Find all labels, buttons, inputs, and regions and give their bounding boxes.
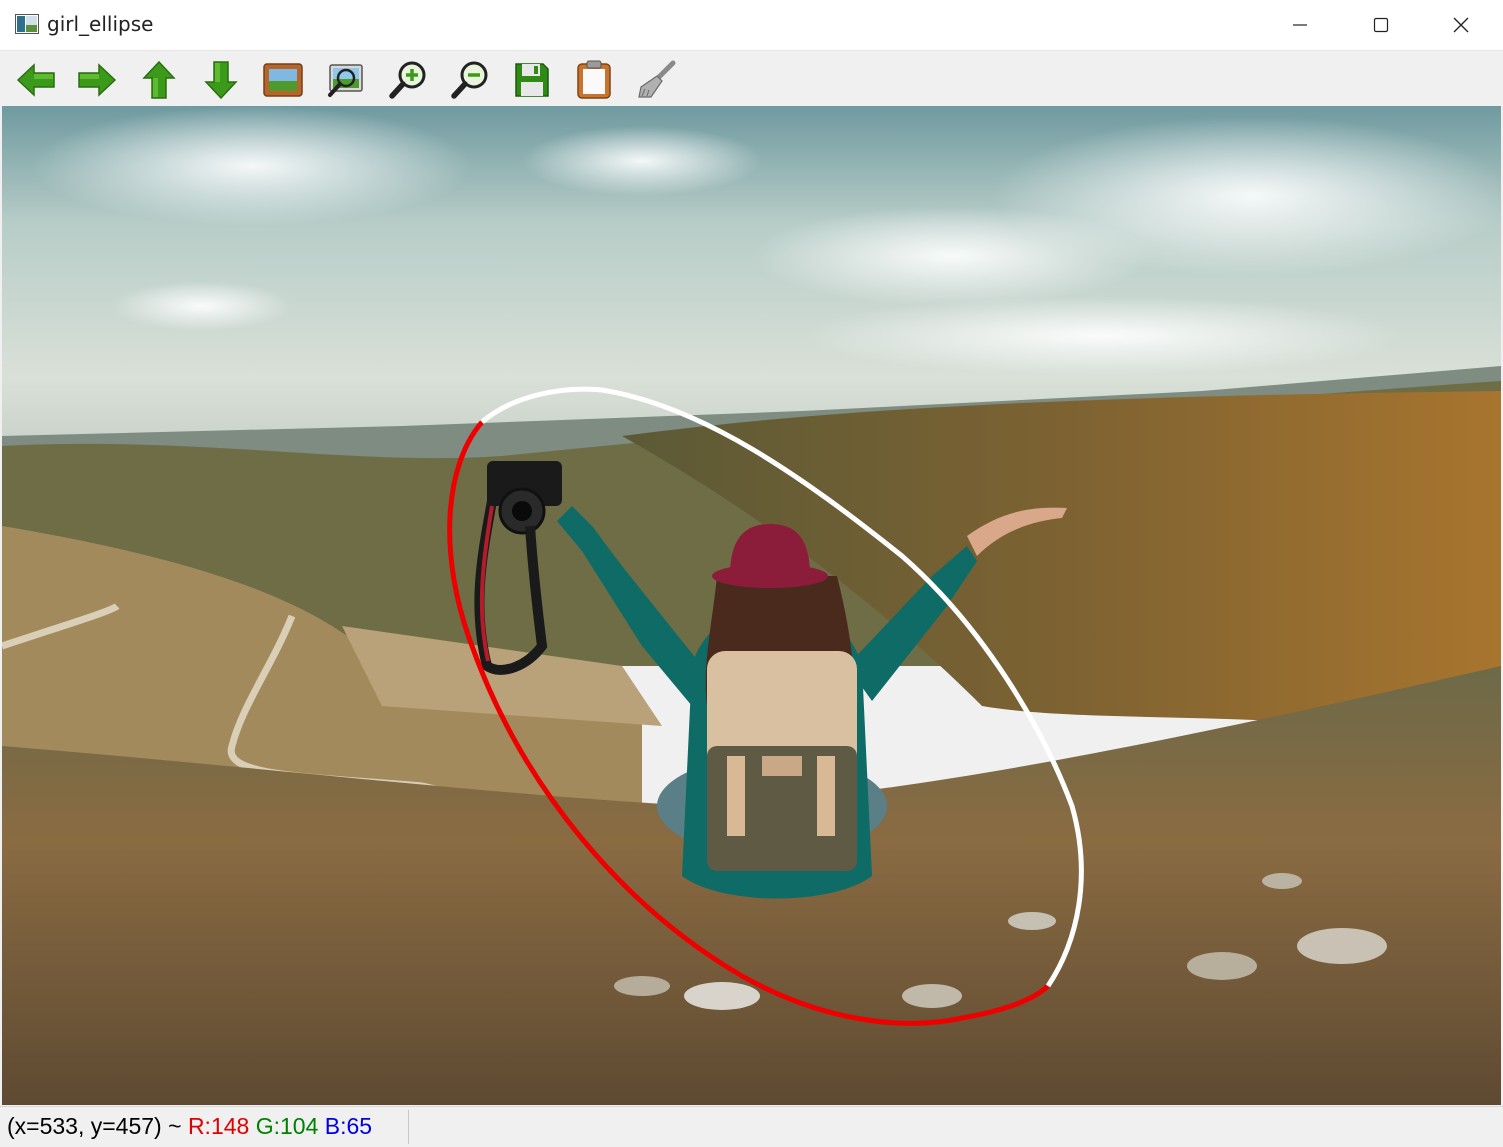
copy-clipboard-button[interactable] bbox=[571, 57, 617, 103]
zoom-out-icon bbox=[451, 61, 488, 99]
save-button[interactable] bbox=[509, 57, 555, 103]
picture-magnify-icon bbox=[328, 64, 363, 97]
image-viewer-window: girl_ellipse (x=533, y=457) ~ R:148 G:10… bbox=[0, 0, 1503, 1147]
pixel-info: (x=533, y=457) ~ R:148 G:104 B:65 bbox=[7, 1113, 372, 1140]
zoom-out-button[interactable] bbox=[447, 57, 493, 103]
close-icon bbox=[1453, 17, 1469, 33]
arrow-down-icon bbox=[204, 61, 238, 100]
clipboard-icon bbox=[577, 60, 611, 99]
app-icon bbox=[15, 14, 39, 34]
zoom-fit-button[interactable] bbox=[260, 57, 306, 103]
minimize-button[interactable] bbox=[1260, 0, 1340, 50]
zoom-original-button[interactable] bbox=[322, 57, 368, 103]
window-title: girl_ellipse bbox=[47, 12, 154, 36]
maximize-icon bbox=[1373, 17, 1389, 33]
picture-frame-icon bbox=[263, 63, 303, 97]
arrow-up-icon bbox=[142, 60, 176, 99]
minimize-icon bbox=[1293, 24, 1307, 26]
zoom-in-button[interactable] bbox=[385, 57, 431, 103]
status-bar: (x=533, y=457) ~ R:148 G:104 B:65 bbox=[0, 1106, 1503, 1147]
arrow-left-icon bbox=[16, 63, 55, 97]
pan-down-button[interactable] bbox=[198, 57, 244, 103]
photo-girl-with-ellipse bbox=[2, 106, 1501, 1105]
close-button[interactable] bbox=[1421, 0, 1501, 50]
blue-value: B:65 bbox=[324, 1113, 373, 1139]
maximize-button[interactable] bbox=[1341, 0, 1421, 50]
status-divider bbox=[408, 1110, 409, 1144]
cursor-coordinates: (x=533, y=457) ~ bbox=[7, 1113, 188, 1139]
image-canvas[interactable] bbox=[2, 106, 1501, 1105]
arrow-right-icon bbox=[78, 63, 117, 97]
brush-icon bbox=[638, 60, 676, 98]
pan-up-button[interactable] bbox=[136, 57, 182, 103]
green-value: G:104 bbox=[255, 1113, 319, 1139]
pan-left-button[interactable] bbox=[13, 57, 59, 103]
red-value: R:148 bbox=[187, 1113, 250, 1139]
title-bar: girl_ellipse bbox=[0, 0, 1503, 50]
pan-right-button[interactable] bbox=[74, 57, 120, 103]
zoom-in-icon bbox=[389, 61, 426, 99]
toolbar bbox=[0, 50, 1503, 107]
floppy-disk-icon bbox=[515, 63, 549, 97]
properties-button[interactable] bbox=[633, 57, 679, 103]
